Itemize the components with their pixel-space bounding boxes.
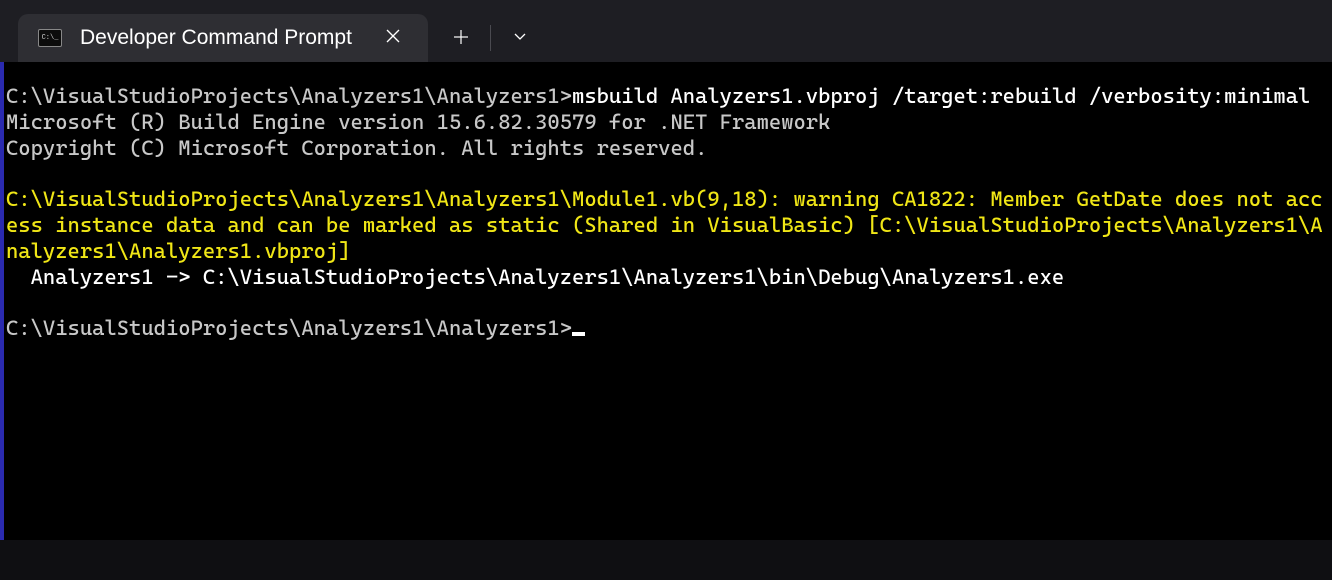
cursor (572, 332, 585, 336)
output-line: Microsoft (R) Build Engine version 15.6.… (6, 110, 1330, 136)
titlebar: Developer Command Prompt (0, 0, 1332, 62)
tab-dropdown-button[interactable] (499, 21, 541, 55)
prompt-text: C:\VisualStudioProjects\Analyzers1\Analy… (6, 84, 572, 108)
bottom-bar (0, 540, 1332, 580)
close-tab-button[interactable] (378, 25, 408, 52)
output-line: Copyright (C) Microsoft Corporation. All… (6, 136, 1330, 162)
chevron-down-icon (513, 29, 527, 43)
prompt-text: C:\VisualStudioProjects\Analyzers1\Analy… (6, 316, 572, 340)
divider (490, 25, 491, 51)
active-tab[interactable]: Developer Command Prompt (18, 14, 428, 62)
terminal-icon (38, 29, 62, 47)
warning-line: C:\VisualStudioProjects\Analyzers1\Analy… (6, 187, 1330, 264)
terminal-content: C:\VisualStudioProjects\Analyzers1\Analy… (6, 84, 1330, 342)
plus-icon (454, 30, 468, 44)
close-icon (386, 29, 400, 43)
tab-title: Developer Command Prompt (80, 26, 360, 50)
terminal-area[interactable]: C:\VisualStudioProjects\Analyzers1\Analy… (0, 62, 1332, 540)
new-tab-button[interactable] (440, 19, 482, 58)
tab-actions (428, 14, 541, 62)
command-text: msbuild Analyzers1.vbproj /target:rebuil… (572, 84, 1310, 108)
build-output-line: Analyzers1 -> C:\VisualStudioProjects\An… (6, 265, 1330, 291)
